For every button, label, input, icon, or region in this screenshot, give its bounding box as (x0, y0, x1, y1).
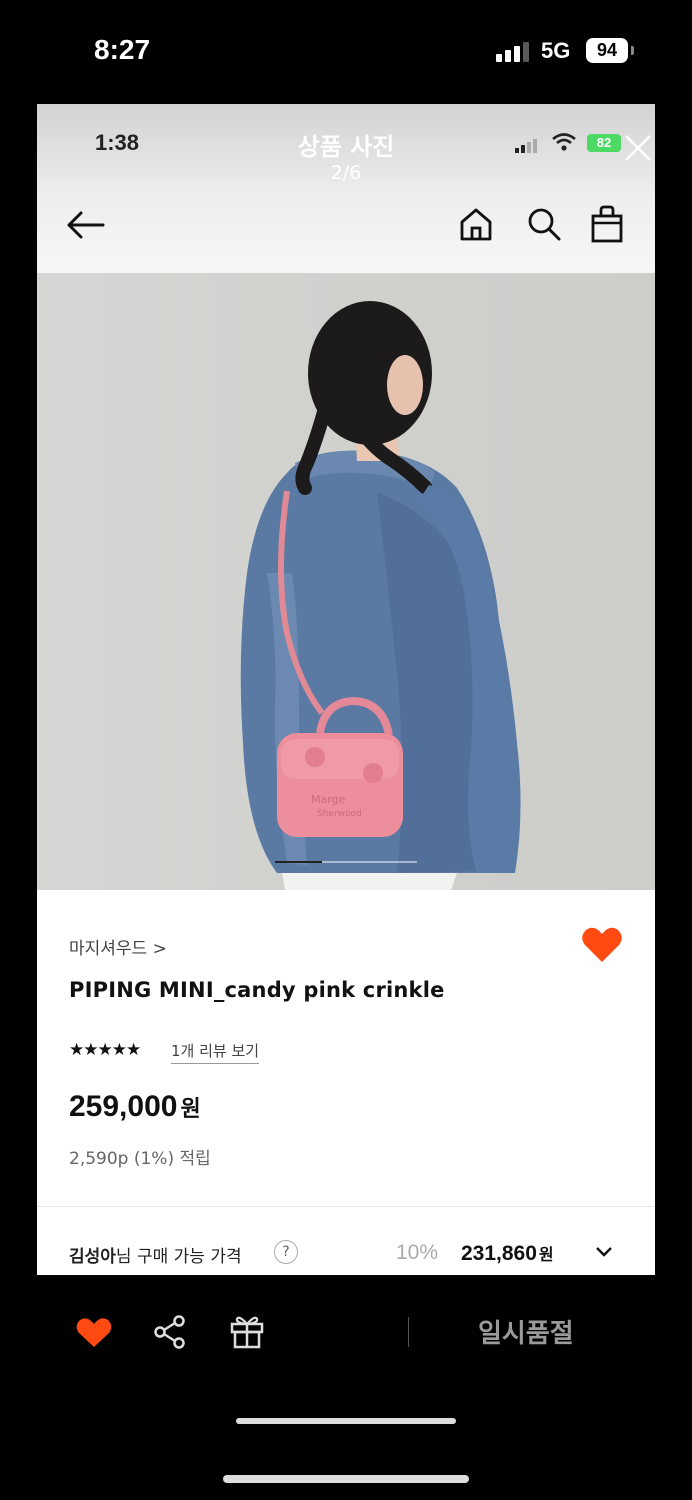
product-name: PIPING MINI_candy pink crinkle (69, 978, 445, 1002)
divider (408, 1317, 409, 1347)
heart-icon[interactable] (76, 1317, 112, 1349)
app-screen: Marge Sherwood 1:38 상품 사진 2/6 82 마지셔우드 >… (37, 104, 655, 1275)
wifi-icon (552, 133, 576, 151)
model-with-bag-image: Marge Sherwood (240, 301, 521, 890)
heart-icon[interactable] (581, 926, 623, 964)
discount-unit: 원 (538, 1245, 554, 1264)
network-type: 5G (541, 38, 571, 63)
review-link[interactable]: 1개 리뷰 보기 (171, 1040, 260, 1064)
svg-text:Sherwood: Sherwood (317, 809, 362, 819)
member-label-text: 님 구매 가능 가격 (115, 1247, 242, 1267)
search-icon[interactable] (526, 206, 562, 242)
embedded-signal-icon (515, 138, 537, 153)
home-indicator[interactable] (223, 1475, 469, 1483)
image-pager (275, 861, 417, 863)
svg-text:Marge: Marge (311, 793, 346, 806)
product-photo[interactable]: Marge Sherwood (37, 273, 655, 890)
price-unit: 원 (180, 1097, 201, 1122)
gift-icon[interactable] (229, 1313, 265, 1349)
home-indicator-embedded (236, 1418, 456, 1424)
shopping-bag-icon[interactable] (590, 205, 624, 243)
chevron-down-icon[interactable] (595, 1246, 613, 1258)
gallery-counter: 2/6 (330, 162, 362, 184)
status-bar: 8:27 5G 94 (0, 0, 692, 100)
home-icon[interactable] (458, 206, 494, 242)
divider (37, 1206, 655, 1207)
discount-price: 231,860 원 (461, 1241, 554, 1266)
embedded-battery-icon: 82 (587, 134, 621, 152)
rating-stars: ★★★★★ (69, 1040, 141, 1060)
signal-icon (496, 40, 529, 62)
battery-tip (631, 46, 634, 55)
discount-rate: 10% (396, 1241, 439, 1264)
product-price: 259,000 원 (69, 1090, 201, 1124)
share-icon[interactable] (154, 1315, 186, 1349)
brand-link[interactable]: 마지셔우드 > (69, 934, 167, 959)
arrow-left-icon[interactable] (65, 208, 107, 242)
gallery-header: 1:38 상품 사진 2/6 82 (37, 104, 655, 273)
close-icon[interactable] (622, 132, 654, 164)
help-icon[interactable]: ? (274, 1240, 298, 1264)
sold-out-button[interactable]: 일시품절 (478, 1313, 574, 1350)
price-value: 259,000 (69, 1090, 178, 1123)
member-price-label: 김성아님 구매 가능 가격 (69, 1242, 242, 1267)
battery-icon: 94 (586, 38, 628, 63)
reward-points: 2,590p (1%) 적립 (69, 1149, 211, 1169)
bottom-action-bar: 일시품절 (0, 1275, 692, 1500)
member-name: 김성아 (69, 1247, 116, 1267)
pager-progress (275, 861, 323, 863)
discount-price-value: 231,860 (461, 1242, 537, 1265)
clock: 8:27 (94, 34, 151, 65)
